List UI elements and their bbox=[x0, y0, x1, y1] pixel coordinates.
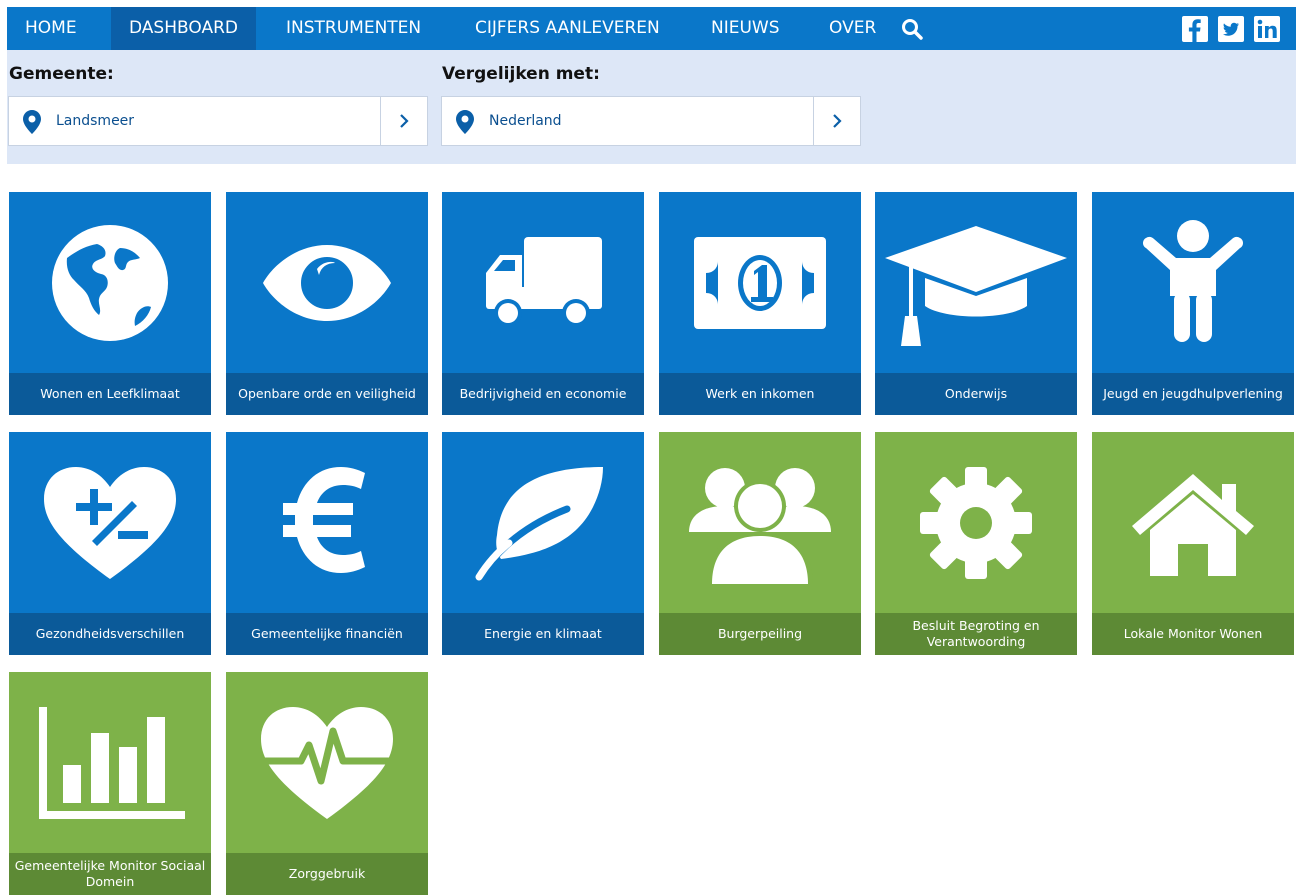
tile-burgerpeiling[interactable]: Burgerpeiling bbox=[659, 432, 861, 655]
nav-cijfers-aanleveren[interactable]: CIJFERS AANLEVEREN bbox=[457, 7, 678, 50]
chevron-right-icon[interactable] bbox=[813, 97, 860, 145]
linkedin-icon[interactable] bbox=[1254, 16, 1280, 42]
vergelijk-select[interactable]: Nederland bbox=[441, 96, 861, 146]
tile-label: Besluit Begroting en Verantwoording bbox=[875, 613, 1077, 655]
eye-icon bbox=[226, 192, 428, 373]
nav-nieuws[interactable]: NIEUWS bbox=[693, 7, 798, 50]
graduation-cap-icon bbox=[875, 192, 1077, 373]
gemeente-select[interactable]: Landsmeer bbox=[8, 96, 428, 146]
search-icon[interactable] bbox=[896, 7, 928, 50]
house-icon bbox=[1092, 432, 1294, 613]
tile-jeugd-en-jeugdhulpverlening[interactable]: Jeugd en jeugdhulpverlening bbox=[1092, 192, 1294, 415]
location-pin-icon bbox=[23, 110, 41, 134]
tile-zorggebruik[interactable]: Zorggebruik bbox=[226, 672, 428, 895]
gear-icon bbox=[875, 432, 1077, 613]
gemeente-value: Landsmeer bbox=[56, 113, 135, 129]
bar-chart-icon bbox=[9, 672, 211, 853]
tile-openbare-orde-en-veiligheid[interactable]: Openbare orde en veiligheid bbox=[226, 192, 428, 415]
tile-label: Werk en inkomen bbox=[659, 373, 861, 415]
nav-dashboard[interactable]: DASHBOARD bbox=[111, 7, 256, 50]
tile-label: Jeugd en jeugdhulpverlening bbox=[1092, 373, 1294, 415]
chevron-right-icon[interactable] bbox=[380, 97, 427, 145]
banknote-icon bbox=[659, 192, 861, 373]
tile-label: Bedrijvigheid en economie bbox=[442, 373, 644, 415]
tile-gemeentelijke-monitor-sociaal-domein[interactable]: Gemeentelijke Monitor Sociaal Domein bbox=[9, 672, 211, 895]
nav-instrumenten[interactable]: INSTRUMENTEN bbox=[268, 7, 439, 50]
leaf-icon bbox=[442, 432, 644, 613]
tile-gezondheidsverschillen[interactable]: Gezondheidsverschillen bbox=[9, 432, 211, 655]
child-icon bbox=[1092, 192, 1294, 373]
tile-label: Onderwijs bbox=[875, 373, 1077, 415]
tile-label: Wonen en Leefklimaat bbox=[9, 373, 211, 415]
tile-label: Zorggebruik bbox=[226, 853, 428, 895]
tile-energie-en-klimaat[interactable]: Energie en klimaat bbox=[442, 432, 644, 655]
group-icon bbox=[659, 432, 861, 613]
tile-label: Openbare orde en veiligheid bbox=[226, 373, 428, 415]
tile-label: Gezondheidsverschillen bbox=[9, 613, 211, 655]
tile-bedrijvigheid-en-economie[interactable]: Bedrijvigheid en economie bbox=[442, 192, 644, 415]
tile-label: Lokale Monitor Wonen bbox=[1092, 613, 1294, 655]
nav-over[interactable]: OVER bbox=[811, 7, 894, 50]
gemeente-label: Gemeente: bbox=[9, 64, 114, 84]
heartbeat-icon bbox=[226, 672, 428, 853]
top-navigation: HOME DASHBOARD INSTRUMENTEN CIJFERS AANL… bbox=[7, 7, 1296, 50]
location-pin-icon bbox=[456, 110, 474, 134]
tile-onderwijs[interactable]: Onderwijs bbox=[875, 192, 1077, 415]
tile-gemeentelijke-financien[interactable]: Gemeentelijke financiën bbox=[226, 432, 428, 655]
truck-icon bbox=[442, 192, 644, 373]
globe-icon bbox=[9, 192, 211, 373]
filter-bar: Gemeente: Landsmeer Vergelijken met: Ned… bbox=[7, 50, 1296, 164]
tile-wonen-en-leefklimaat[interactable]: Wonen en Leefklimaat bbox=[9, 192, 211, 415]
vergelijk-value: Nederland bbox=[489, 113, 562, 129]
euro-icon bbox=[226, 432, 428, 613]
heart-plus-minus-icon bbox=[9, 432, 211, 613]
tile-label: Energie en klimaat bbox=[442, 613, 644, 655]
tile-besluit-begroting-en-verantwoording[interactable]: Besluit Begroting en Verantwoording bbox=[875, 432, 1077, 655]
tile-label: Gemeentelijke financiën bbox=[226, 613, 428, 655]
vergelijk-label: Vergelijken met: bbox=[442, 64, 600, 84]
facebook-icon[interactable] bbox=[1182, 16, 1208, 42]
twitter-icon[interactable] bbox=[1218, 16, 1244, 42]
nav-home[interactable]: HOME bbox=[7, 7, 95, 50]
tile-werk-en-inkomen[interactable]: Werk en inkomen bbox=[659, 192, 861, 415]
tile-label: Burgerpeiling bbox=[659, 613, 861, 655]
tile-label: Gemeentelijke Monitor Sociaal Domein bbox=[9, 853, 211, 895]
tile-lokale-monitor-wonen[interactable]: Lokale Monitor Wonen bbox=[1092, 432, 1294, 655]
